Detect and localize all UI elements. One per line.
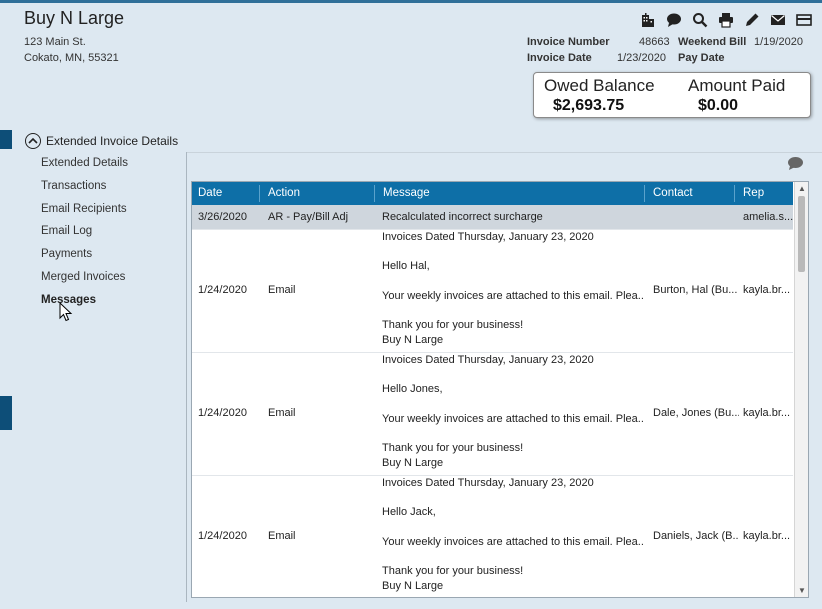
building-icon[interactable] [639,11,656,28]
cell-message-line: Thank you for your business! [382,319,524,332]
chat-icon[interactable] [665,11,682,28]
mail-icon[interactable] [769,11,786,28]
column-separator[interactable] [734,185,735,202]
cell-date: 1/24/2020 [198,407,247,419]
nav-item-email-recipients[interactable]: Email Recipients [41,203,127,215]
address-line-2: Cokato, MN, 55321 [24,52,119,64]
weekend-bill-value: 1/19/2020 [754,36,803,48]
company-name: Buy N Large [24,8,125,28]
card-icon[interactable] [795,11,812,28]
column-separator[interactable] [374,185,375,202]
cell-message-line: Hello Jack, [382,506,436,519]
cell-message-line: Buy N Large [382,333,444,346]
table-row[interactable]: 1/24/2020 Email Dale, Jones (Bu... kayla.br… [192,352,793,476]
comment-icon[interactable] [787,156,804,176]
cell-date: 1/24/2020 [198,530,247,542]
cell-rep: amelia.s... [743,211,793,223]
nav-item-merged-invoices[interactable]: Merged Invoices [41,271,125,283]
invoice-number-label: Invoice Number [527,36,610,48]
invoice-date-label: Invoice Date [527,52,592,64]
search-icon[interactable] [691,11,708,28]
cell-message-line: Invoices Dated Thursday, January 23, 202… [382,477,594,489]
invoice-date-value: 1/23/2020 [617,52,666,64]
cell-contact: Dale, Jones (Bu... [653,407,739,419]
nav-header-label: Extended Invoice Details [46,134,179,148]
cell-message-line: Your weekly invoices are attached to thi… [382,412,644,425]
scroll-up-arrow[interactable]: ▲ [798,184,806,193]
cell-message-line: Recalculated incorrect surcharge [382,211,543,223]
invoice-number-value: 48663 [639,36,670,48]
cell-action: AR - Pay/Bill Adj [268,211,349,223]
column-header-date[interactable]: Date [198,187,222,199]
left-marker-bottom [0,396,12,430]
cell-contact: Burton, Hal (Bu... [653,284,738,296]
cell-message-line: Invoices Dated Thursday, January 23, 202… [382,354,594,366]
grid-body: 3/26/2020 AR - Pay/Bill Adj amelia.s... Rec… [192,205,793,597]
grid-scrollbar[interactable]: ▲ ▼ [794,182,808,597]
column-header-contact[interactable]: Contact [653,187,693,199]
content-divider-v [186,152,187,602]
left-marker-top [0,130,12,149]
amount-paid-value: $0.00 [698,97,739,114]
cell-rep: kayla.br... [743,284,791,296]
pay-date-label: Pay Date [678,52,725,64]
column-header-message[interactable]: Message [383,187,430,199]
messages-grid: Date Action Message Contact Rep 3/26/2020 AR … [191,181,809,598]
cell-message-line: Thank you for your business! [382,565,524,578]
content-divider-h [186,152,822,153]
cell-rep: kayla.br... [743,530,791,542]
cell-date: 1/24/2020 [198,284,247,296]
top-accent-line [0,0,822,3]
scroll-thumb[interactable] [798,196,805,272]
owed-balance-label: Owed Balance [544,76,655,95]
grid-header: Date Action Message Contact Rep [192,182,793,205]
chevron-up-icon [25,133,41,149]
cell-message-line: Your weekly invoices are attached to thi… [382,289,644,302]
cell-message-line: Hello Jones, [382,383,443,396]
pencil-icon[interactable] [743,11,760,28]
address-line-1: 123 Main St. [24,36,86,48]
column-header-action[interactable]: Action [268,187,300,199]
cell-action: Email [268,284,296,296]
cell-message-line: Buy N Large [382,456,444,469]
cell-message-line: Buy N Large [382,579,444,592]
amount-paid-label: Amount Paid [688,76,786,95]
nav-item-transactions[interactable]: Transactions [41,180,106,192]
column-separator[interactable] [644,185,645,202]
cell-action: Email [268,407,296,419]
mouse-cursor-icon [59,301,73,327]
cell-message-line: Thank you for your business! [382,442,524,455]
owed-balance-value: $2,693.75 [553,97,625,114]
table-row[interactable]: 1/24/2020 Email Daniels, Jack (B... kayla.b… [192,475,793,597]
cell-message-line: Hello Hal, [382,260,430,273]
cell-rep: kayla.br... [743,407,791,419]
cell-message-line: Your weekly invoices are attached to thi… [382,535,644,548]
nav-item-extended-details[interactable]: Extended Details [41,157,128,169]
column-separator[interactable] [259,185,260,202]
nav-item-email-log[interactable]: Email Log [41,225,92,237]
nav-item-payments[interactable]: Payments [41,248,92,260]
cell-date: 3/26/2020 [198,211,247,223]
balance-box: Owed Balance $2,693.75 Amount Paid $0.00 [533,72,811,118]
column-header-rep[interactable]: Rep [743,187,764,199]
scroll-down-arrow[interactable]: ▼ [798,586,806,595]
extended-details-toggle[interactable]: Extended Invoice Details [25,133,178,149]
cell-action: Email [268,530,296,542]
weekend-bill-label: Weekend Bill [678,36,747,48]
print-icon[interactable] [717,11,734,28]
table-row[interactable]: 1/24/2020 Email Burton, Hal (Bu... kayla.br… [192,229,793,353]
cell-message-line: Invoices Dated Thursday, January 23, 202… [382,231,594,243]
table-row[interactable]: 3/26/2020 AR - Pay/Bill Adj amelia.s... Rec… [192,205,793,230]
cell-contact: Daniels, Jack (B... [653,530,739,542]
toolbar [639,11,812,28]
